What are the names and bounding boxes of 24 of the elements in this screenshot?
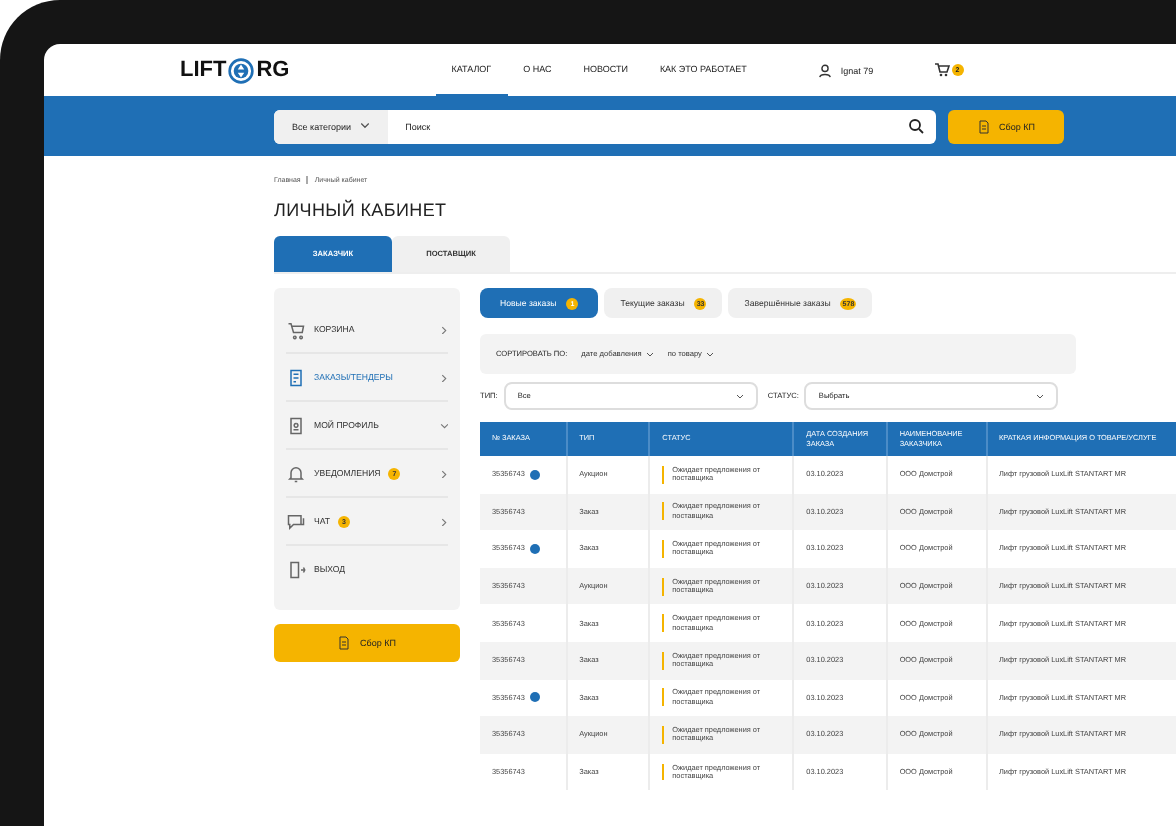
- info-icon[interactable]: [530, 692, 541, 703]
- chevron-down-icon: [359, 122, 370, 130]
- chevron-icon: [440, 373, 448, 381]
- menu-item-icon: [286, 511, 306, 531]
- chevron-icon: [440, 469, 448, 477]
- info-icon[interactable]: [530, 543, 541, 554]
- document-icon: [977, 119, 990, 133]
- chevron-icon: [440, 421, 448, 429]
- user-icon: [818, 63, 833, 77]
- menu-item-icon: [286, 415, 306, 435]
- search-icon[interactable]: [908, 118, 924, 134]
- logo-text: LIFT: [180, 58, 227, 82]
- menu-item-icon: [286, 463, 306, 483]
- logo-icon: [228, 57, 255, 83]
- cart-icon[interactable]: [933, 62, 950, 78]
- chevron-icon: [440, 325, 448, 333]
- menu-item-icon: [286, 319, 306, 339]
- page-title: ЛИЧНЫЙ КАБИНЕТ: [274, 200, 449, 220]
- menu-item-icon: [286, 367, 306, 387]
- info-icon[interactable]: [530, 469, 541, 480]
- menu-item-icon: [286, 559, 306, 579]
- document-icon: [338, 636, 351, 650]
- chevron-icon: [440, 517, 448, 525]
- logo-text: RG: [256, 58, 290, 82]
